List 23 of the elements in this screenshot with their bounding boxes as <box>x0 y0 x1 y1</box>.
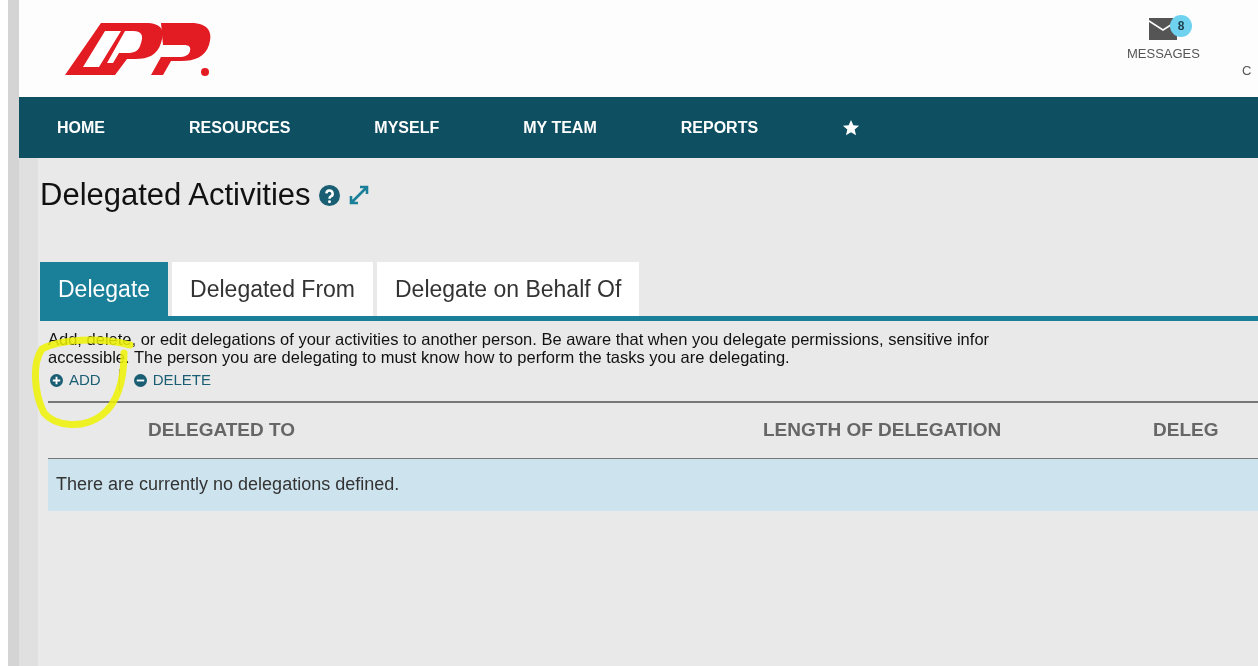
header-link-label[interactable]: C <box>1242 61 1252 81</box>
nav-link[interactable]: MY TEAM <box>523 115 597 140</box>
nav-link[interactable]: REPORTS <box>680 115 759 140</box>
delete-button[interactable]: DELETE <box>133 369 212 392</box>
messages-label[interactable]: MESSAGES <box>1127 44 1200 64</box>
column-header: DELEGATED TO <box>148 417 297 442</box>
nav-link[interactable]: HOME <box>57 115 105 140</box>
help-icon[interactable] <box>318 184 340 206</box>
column-header: DELEG <box>1153 417 1219 442</box>
minus-circle-icon <box>133 373 147 387</box>
tab[interactable]: Delegate on Behalf Of <box>377 261 640 316</box>
plus-circle-icon <box>50 373 63 387</box>
empty-message-row: There are currently no delegations defined. <box>48 458 1258 511</box>
message-count-badge: 8 <box>1170 15 1192 37</box>
tab[interactable]: Delegate <box>40 261 169 316</box>
column-header: LENGTH OF DELEGATION <box>763 417 1003 442</box>
page-title: Delegated Activities <box>40 176 311 214</box>
add-button[interactable]: ADD <box>50 369 101 392</box>
star-icon[interactable] <box>842 118 861 137</box>
nav-link[interactable]: RESOURCES <box>189 115 291 140</box>
expand-icon[interactable] <box>347 184 370 207</box>
nav-link[interactable]: MYSELF <box>374 115 440 140</box>
tab[interactable]: Delegated From <box>172 261 373 316</box>
